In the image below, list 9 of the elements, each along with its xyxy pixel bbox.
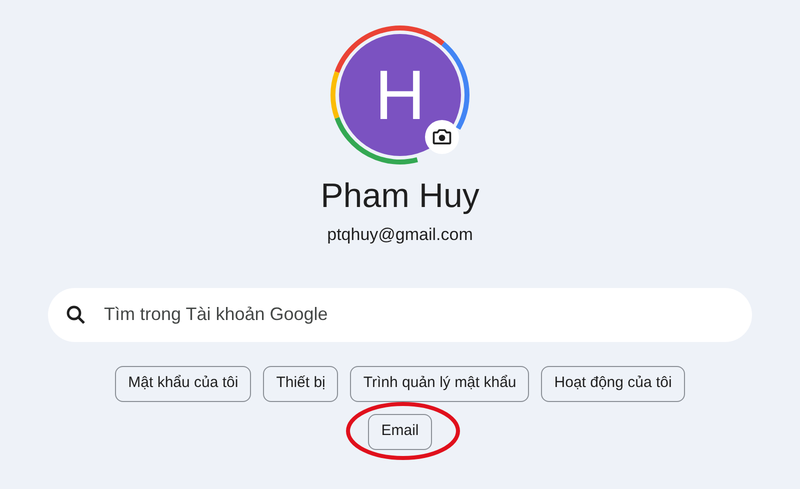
shortcut-chip[interactable]: Thiết bị [263,366,338,402]
shortcut-chip[interactable]: Mật khẩu của tôi [115,366,252,402]
profile-name: Pham Huy [320,176,480,217]
profile-email: ptqhuy@gmail.com [327,224,473,246]
camera-icon[interactable] [425,120,459,154]
search-field[interactable]: Tìm trong Tài khoản Google [48,288,752,342]
shortcut-chip[interactable]: Hoạt động của tôi [541,366,685,402]
shortcut-chip[interactable]: Trình quản lý mật khẩu [350,366,530,402]
shortcut-chip[interactable]: Email [368,414,432,450]
